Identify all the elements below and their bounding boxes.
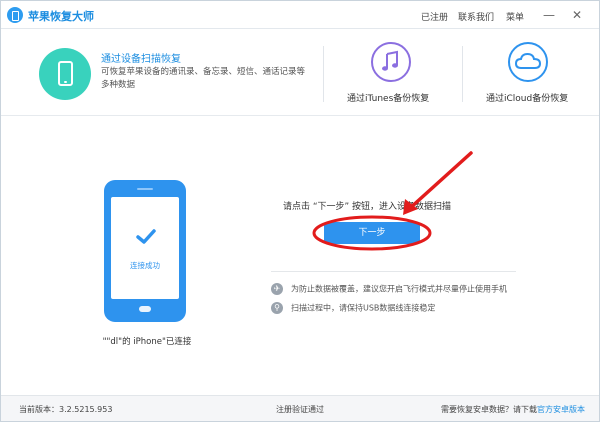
- airplane-icon: ✈: [271, 283, 283, 295]
- checkmark-icon: [136, 229, 156, 244]
- mode-divider: [323, 46, 324, 102]
- status-footer: 当前版本：3.2.5215.953 注册验证通过 需要恢复安卓数据？请下载官方安…: [1, 395, 599, 421]
- recovery-mode-bar: 通过设备扫描恢复 可恢复苹果设备的通讯录、备忘录、短信、通话记录等多种数据 通过…: [1, 30, 599, 116]
- tip-text: 为防止数据被覆盖，建议您开启飞行模式并尽量停止使用手机: [291, 284, 507, 294]
- android-prefix: 需要恢复安卓数据？请下载: [441, 405, 537, 414]
- mode-itunes-label: 通过iTunes备份恢复: [347, 94, 430, 104]
- tip-usb-stable: ⚲ 扫描过程中，请保持USB数据线连接稳定: [271, 302, 435, 314]
- mode-divider: [462, 46, 463, 102]
- tip-text: 扫描过程中，请保持USB数据线连接稳定: [291, 303, 436, 313]
- title-bar: 苹果恢复大师 已注册 联系我们 菜单 — ✕: [1, 1, 599, 29]
- android-version-link[interactable]: 官方安卓版本: [537, 405, 585, 414]
- mode-device-description: 可恢复苹果设备的通讯录、备忘录、短信、通话记录等多种数据: [101, 67, 306, 90]
- close-button[interactable]: ✕: [569, 7, 585, 23]
- phone-speaker: [137, 188, 153, 190]
- phone-screen: 连接成功: [111, 197, 179, 299]
- usb-icon: ⚲: [271, 302, 283, 314]
- registration-status: 注册验证通过: [276, 405, 324, 414]
- app-window: 苹果恢复大师 已注册 联系我们 菜单 — ✕ 通过设备扫描恢复 可恢复苹果设备的…: [0, 0, 600, 422]
- phone-illustration: 连接成功: [104, 180, 186, 322]
- version-text: 当前版本：3.2.5215.953: [19, 405, 113, 414]
- connection-status: 连接成功: [130, 261, 160, 270]
- app-logo-icon: [7, 7, 23, 23]
- phone-icon: [39, 48, 91, 100]
- menu-link[interactable]: 菜单: [506, 10, 524, 23]
- android-download-text: 需要恢复安卓数据？请下载官方安卓版本: [441, 404, 585, 415]
- annotation-overlay: [312, 151, 473, 251]
- music-note-icon: [371, 42, 411, 82]
- cloud-icon: [508, 42, 548, 82]
- app-title: 苹果恢复大师: [28, 10, 94, 23]
- phone-home-button: [139, 306, 151, 312]
- next-step-button[interactable]: 下一步: [324, 222, 420, 244]
- mode-icloud-label: 通过iCloud备份恢复: [486, 94, 569, 104]
- main-panel: 连接成功 ""dl"的 iPhone"已连接 请点击 “下一步” 按钮，进入设备…: [1, 117, 599, 395]
- minimize-button[interactable]: —: [541, 7, 557, 23]
- next-step-prompt: 请点击 “下一步” 按钮，进入设备数据扫描: [283, 202, 452, 212]
- contact-us-link[interactable]: 联系我们: [458, 10, 494, 23]
- tips-divider: [271, 271, 516, 272]
- tip-airplane-mode: ✈ 为防止数据被覆盖，建议您开启飞行模式并尽量停止使用手机: [271, 283, 507, 295]
- mode-device-title: 通过设备扫描恢复: [101, 54, 181, 65]
- device-connected-caption: ""dl"的 iPhone"已连接: [102, 337, 192, 347]
- registered-link[interactable]: 已注册: [421, 10, 448, 23]
